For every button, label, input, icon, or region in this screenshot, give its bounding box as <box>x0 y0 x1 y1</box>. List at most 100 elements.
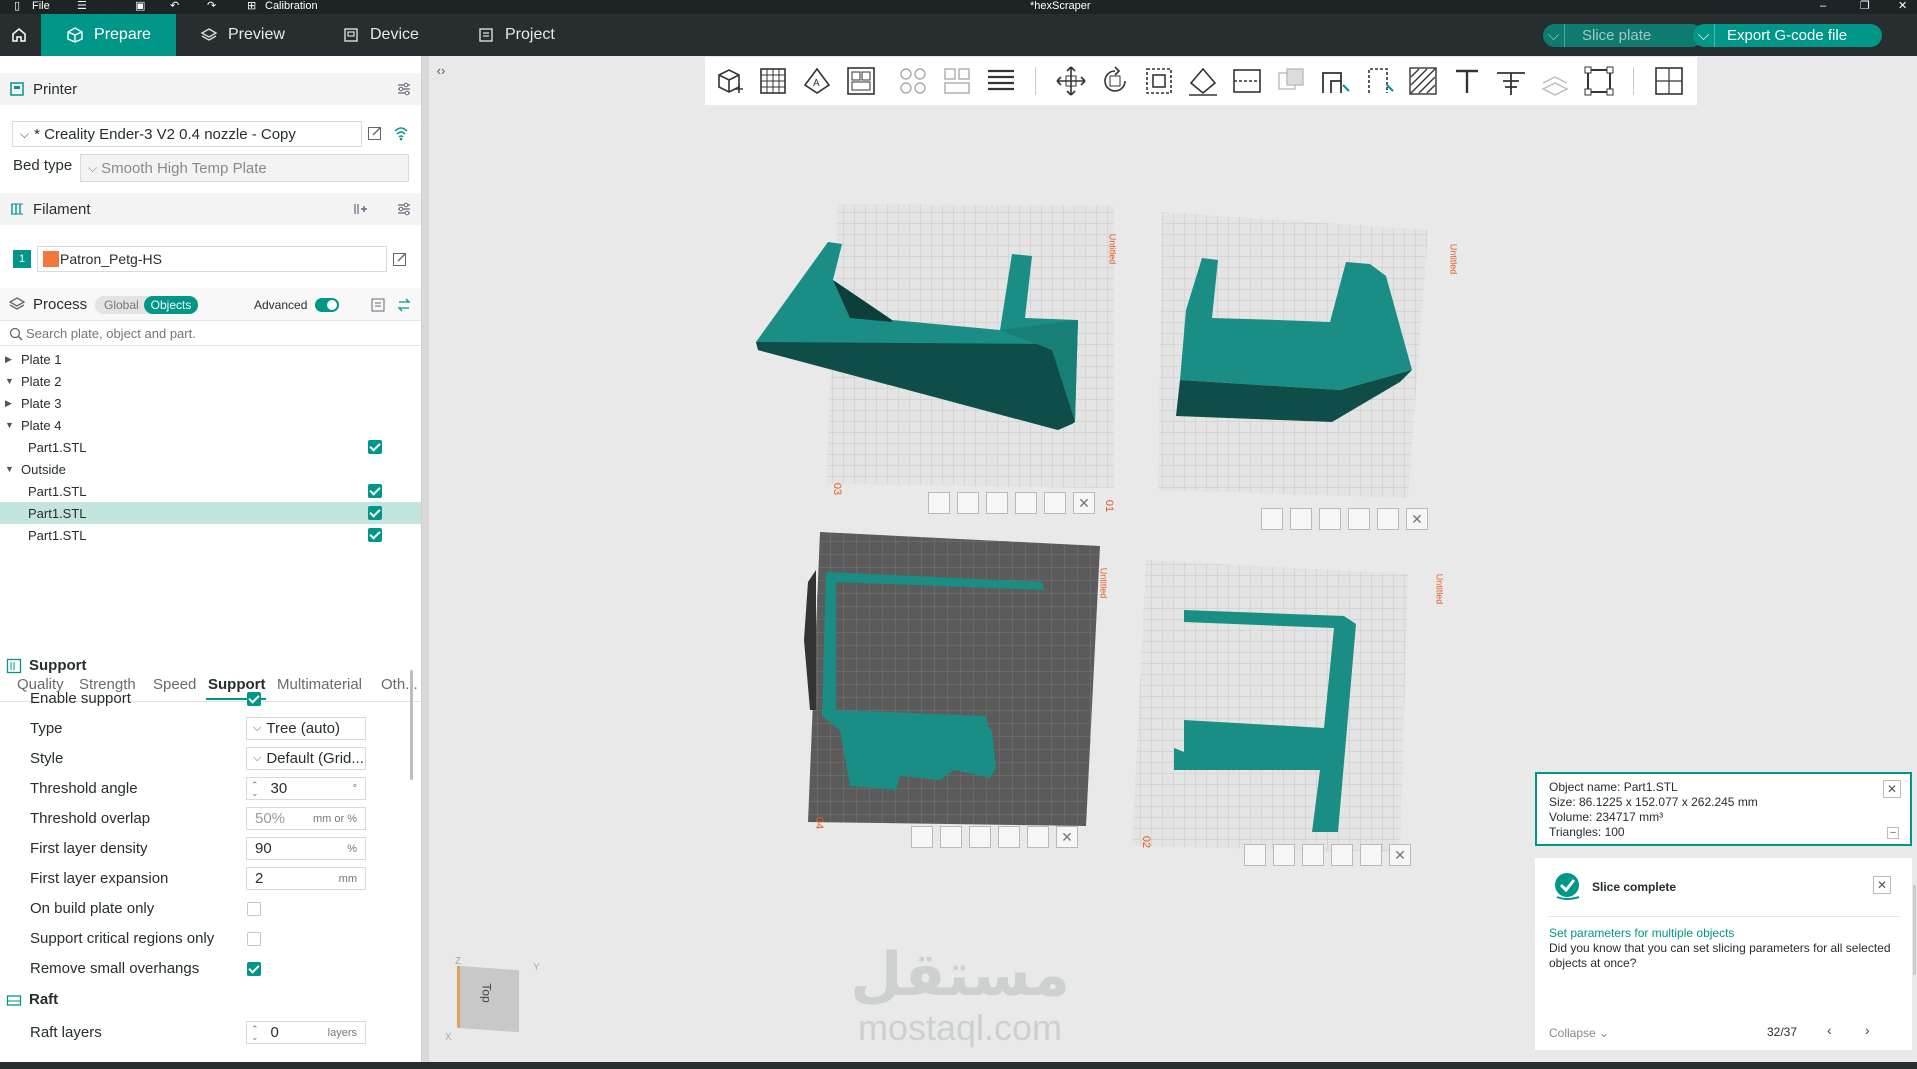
cut-button[interactable] <box>1229 63 1265 99</box>
tab-speed[interactable]: Speed <box>153 676 196 693</box>
bed-type-select[interactable]: ⌵ Smooth High Temp Plate <box>80 154 409 182</box>
filament-slot-badge[interactable]: 1 <box>13 250 31 268</box>
plate-delete-icon[interactable]: ✕ <box>1073 492 1095 514</box>
plate-02[interactable] <box>1132 560 1408 852</box>
plate-settings-icon[interactable] <box>998 826 1020 848</box>
assembly-button[interactable] <box>1537 63 1573 99</box>
plate-01[interactable] <box>1158 212 1428 498</box>
scrollbar-thumb[interactable] <box>410 670 413 780</box>
tab-project[interactable]: Project <box>477 14 555 56</box>
settings-sliders-icon[interactable] <box>396 81 412 97</box>
slice-plate-button[interactable]: ⌵ Slice plate <box>1543 24 1703 47</box>
plate-lock-icon[interactable] <box>969 826 991 848</box>
advanced-switch[interactable] <box>315 298 339 312</box>
variable-height-button[interactable] <box>1651 63 1687 99</box>
settings-sliders-icon[interactable] <box>396 201 412 217</box>
visibility-checkbox[interactable] <box>368 528 382 542</box>
view-navigation-cube[interactable]: Top X Y Z <box>445 956 540 1043</box>
plate-arrange-icon[interactable] <box>1244 844 1266 866</box>
support-paint-button[interactable] <box>1317 63 1353 99</box>
fuzzy-skin-button[interactable] <box>1405 63 1441 99</box>
collapse-button[interactable]: Collapse ⌄ <box>1549 1026 1609 1040</box>
plate-delete-icon[interactable]: ✕ <box>1389 844 1411 866</box>
restore-icon[interactable]: ❐ <box>1860 0 1870 14</box>
chevron-right-icon[interactable]: › <box>1865 1022 1870 1038</box>
split-parts-button[interactable] <box>939 63 975 99</box>
object-search-bar[interactable] <box>0 320 421 346</box>
plate-arrange-icon[interactable] <box>1261 508 1283 530</box>
redo-icon[interactable]: ↷ <box>207 0 216 14</box>
support-type-select[interactable]: ⌵ Tree (auto) <box>246 717 366 740</box>
tree-group-row[interactable]: ▶ Plate 3 <box>0 392 421 414</box>
threshold-overlap-input[interactable]: 50% mm or % <box>246 807 366 830</box>
plate-delete-icon[interactable]: ✕ <box>1056 826 1078 848</box>
on-build-plate-checkbox[interactable] <box>247 902 261 916</box>
text-button[interactable] <box>1449 63 1485 99</box>
calibration-menu[interactable]: Calibration <box>265 0 318 14</box>
add-plate-button[interactable] <box>755 63 791 99</box>
plate-delete-icon[interactable]: ✕ <box>1406 508 1428 530</box>
close-window-icon[interactable]: ✕ <box>1898 0 1907 14</box>
layers-editing-button[interactable] <box>983 63 1019 99</box>
list-view-icon[interactable] <box>370 297 386 313</box>
chevron-down-icon[interactable]: ⌵ <box>1543 24 1565 47</box>
save-icon[interactable]: ▣ <box>135 0 145 14</box>
chevron-left-icon[interactable]: ‹ <box>1827 1022 1832 1038</box>
plate-lock-icon[interactable] <box>1319 508 1341 530</box>
edit-icon[interactable] <box>367 125 383 141</box>
auto-orient-button[interactable]: A <box>799 63 835 99</box>
chevron-down-icon[interactable]: ⌵ <box>1693 24 1715 47</box>
plate-orient-icon[interactable] <box>957 492 979 514</box>
visibility-checkbox[interactable] <box>368 484 382 498</box>
seam-paint-button[interactable] <box>1361 63 1397 99</box>
tree-part-row[interactable]: Part1.STL <box>0 524 421 546</box>
edit-icon[interactable] <box>392 251 408 267</box>
plate-lock-icon[interactable] <box>986 492 1008 514</box>
plate-arrange-icon[interactable] <box>928 492 950 514</box>
tab-device[interactable]: Device <box>342 14 419 56</box>
move-button[interactable] <box>1053 63 1089 99</box>
global-objects-toggle[interactable]: Global Objects <box>95 296 198 314</box>
export-gcode-button[interactable]: ⌵ Export G-code file <box>1693 24 1882 47</box>
split-objects-button[interactable] <box>895 63 931 99</box>
enable-support-checkbox[interactable] <box>247 692 261 706</box>
critical-regions-checkbox[interactable] <box>247 932 261 946</box>
first-layer-expansion-input[interactable]: 2 mm <box>246 867 366 890</box>
plate-03[interactable] <box>756 204 1114 488</box>
build-plates-view[interactable] <box>700 190 1500 870</box>
bounding-box-button[interactable] <box>1581 63 1617 99</box>
tab-preview[interactable]: Preview <box>200 14 285 56</box>
plate-04[interactable] <box>804 532 1100 826</box>
file-menu[interactable]: File <box>32 0 50 14</box>
boolean-button[interactable] <box>1273 63 1309 99</box>
tree-group-row[interactable]: ▶ Plate 1 <box>0 348 421 370</box>
filament-color-swatch[interactable] <box>43 251 59 267</box>
plate-rename-icon[interactable] <box>1360 844 1382 866</box>
close-icon[interactable]: ✕ <box>1883 780 1901 798</box>
tree-part-row[interactable]: Part1.STL <box>0 480 421 502</box>
tree-group-row[interactable]: ▼ Plate 4 <box>0 414 421 436</box>
raft-layers-input[interactable]: ⌃ ⌄ 0 layers <box>246 1021 366 1044</box>
close-icon[interactable]: ✕ <box>1873 876 1891 894</box>
expanded-triangle-icon[interactable]: ▼ <box>5 376 19 386</box>
tab-prepare[interactable]: Prepare <box>41 14 176 56</box>
stepper-icon[interactable]: ⌃ ⌄ <box>251 1024 259 1041</box>
collapse-sidebar-icon[interactable]: ‹› <box>430 60 452 82</box>
collapsed-triangle-icon[interactable]: ▶ <box>5 398 19 409</box>
scale-button[interactable] <box>1141 63 1177 99</box>
plate-settings-icon[interactable] <box>1348 508 1370 530</box>
rotate-button[interactable] <box>1097 63 1133 99</box>
tab-support[interactable]: Support <box>208 676 266 693</box>
plate-lock-icon[interactable] <box>1302 844 1324 866</box>
panel-splitter[interactable] <box>422 56 429 1062</box>
menu-icon[interactable]: ☰ <box>77 0 87 14</box>
filament-select[interactable]: Patron_Petg-HS <box>37 246 387 272</box>
undo-icon[interactable]: ↶ <box>170 0 179 14</box>
home-button[interactable] <box>0 14 38 56</box>
plate-rename-icon[interactable] <box>1044 492 1066 514</box>
tree-part-row[interactable]: Part1.STL <box>0 436 421 458</box>
tab-multimaterial[interactable]: Multimaterial <box>277 676 362 693</box>
minimize-icon[interactable]: – <box>1820 0 1826 14</box>
visibility-checkbox[interactable] <box>368 506 382 520</box>
global-option[interactable]: Global <box>104 298 139 312</box>
